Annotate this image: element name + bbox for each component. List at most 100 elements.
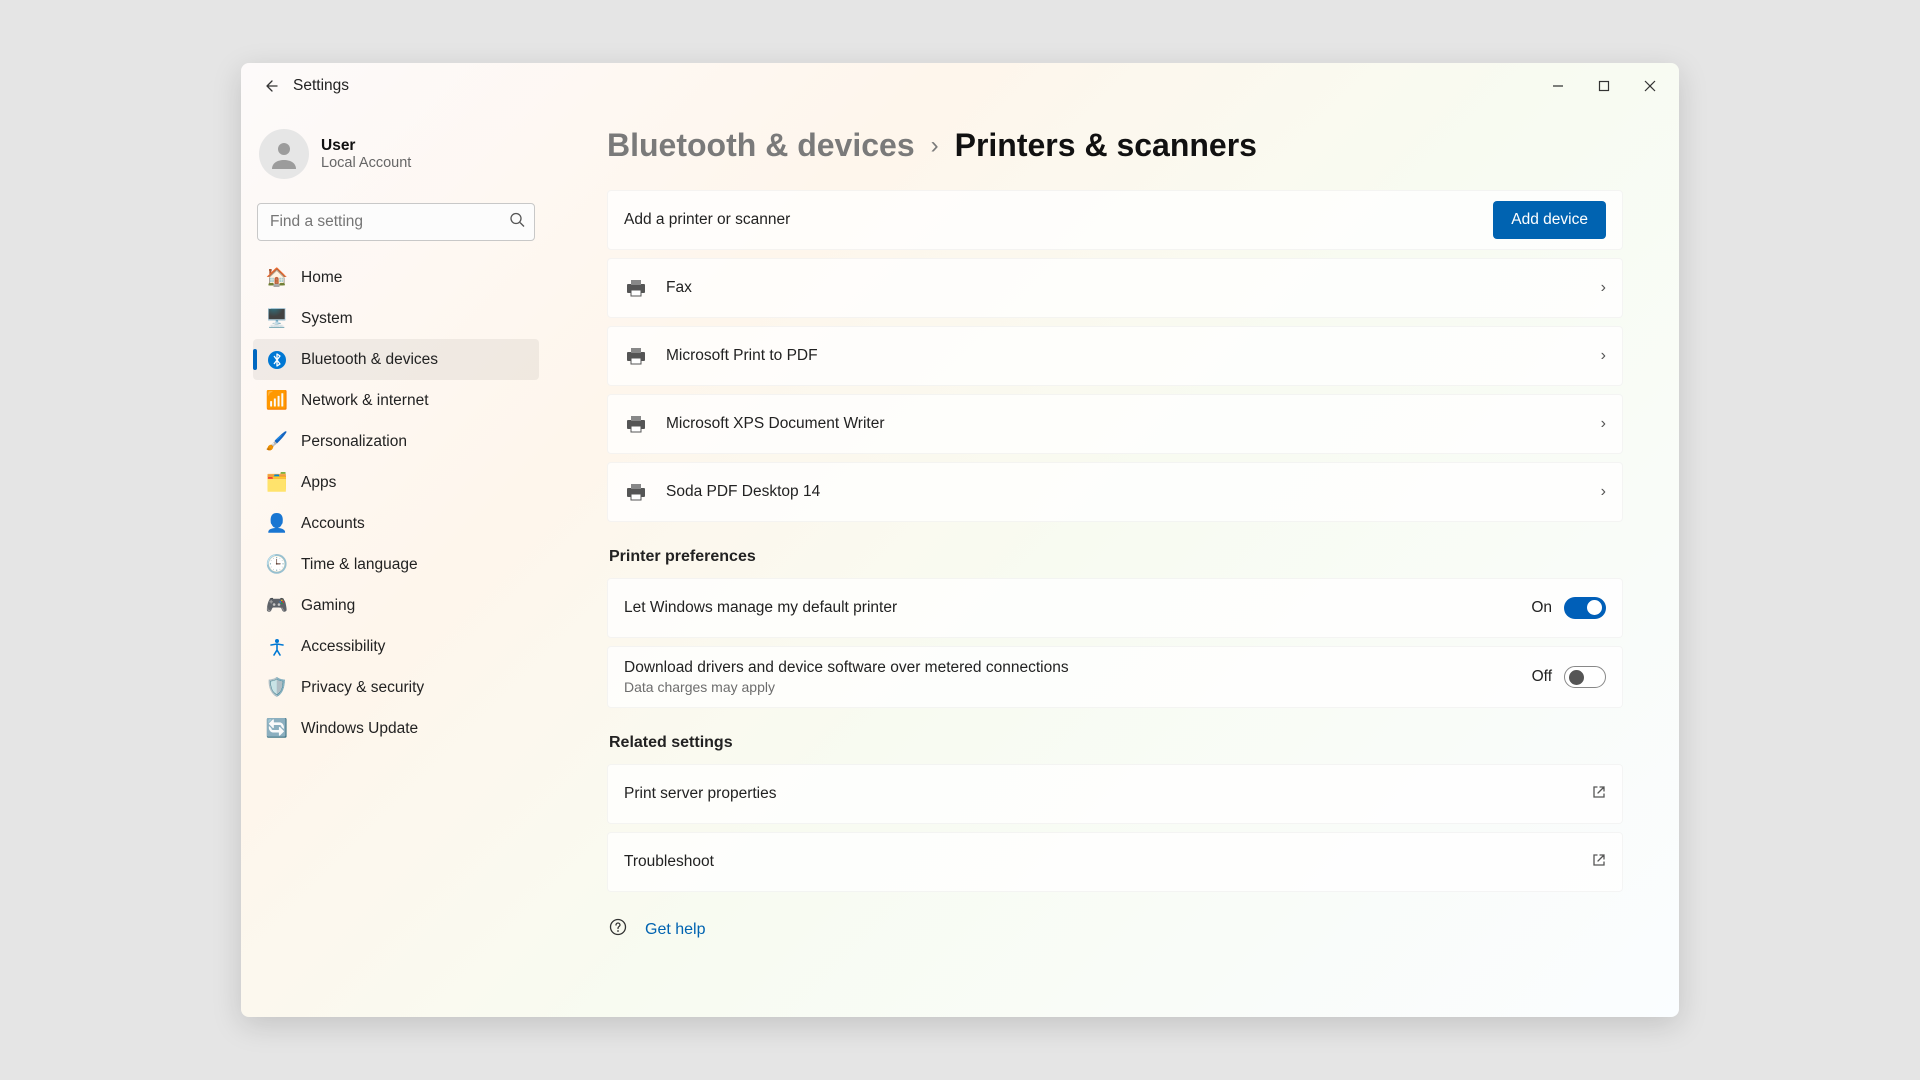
printer-preferences-heading: Printer preferences bbox=[609, 548, 1623, 566]
sidebar-item-gaming[interactable]: 🎮 Gaming bbox=[253, 585, 539, 626]
sidebar-item-apps[interactable]: 🗂️ Apps bbox=[253, 462, 539, 503]
search-icon bbox=[509, 212, 525, 233]
profile-block[interactable]: User Local Account bbox=[253, 123, 539, 197]
bluetooth-icon bbox=[267, 350, 287, 370]
sidebar-item-privacy-security[interactable]: 🛡️ Privacy & security bbox=[253, 667, 539, 708]
search-wrap bbox=[257, 203, 535, 241]
printer-name: Soda PDF Desktop 14 bbox=[666, 483, 1589, 501]
sidebar-item-label: Accounts bbox=[301, 515, 365, 533]
clock-icon: 🕒 bbox=[267, 555, 287, 575]
get-help-row: Get help bbox=[607, 918, 1623, 941]
accounts-icon: 👤 bbox=[267, 514, 287, 534]
sidebar-item-label: Privacy & security bbox=[301, 679, 424, 697]
breadcrumb-parent[interactable]: Bluetooth & devices bbox=[607, 127, 915, 164]
sidebar-nav: 🏠 Home 🖥️ System Bluetooth & devices 📶 N… bbox=[253, 257, 539, 749]
add-printer-card: Add a printer or scanner Add device bbox=[607, 190, 1623, 250]
printer-name: Fax bbox=[666, 279, 1589, 297]
sidebar-item-bluetooth-devices[interactable]: Bluetooth & devices bbox=[253, 339, 539, 380]
sidebar-item-label: Windows Update bbox=[301, 720, 418, 738]
breadcrumb-current: Printers & scanners bbox=[955, 127, 1257, 164]
sidebar-item-system[interactable]: 🖥️ System bbox=[253, 298, 539, 339]
home-icon: 🏠 bbox=[267, 268, 287, 288]
sidebar-item-label: Time & language bbox=[301, 556, 418, 574]
external-link-icon bbox=[1592, 853, 1606, 872]
sidebar-item-label: System bbox=[301, 310, 353, 328]
sidebar-item-label: Home bbox=[301, 269, 342, 287]
gamepad-icon: 🎮 bbox=[267, 596, 287, 616]
chevron-right-icon: › bbox=[931, 132, 939, 160]
help-icon bbox=[609, 918, 627, 941]
related-troubleshoot[interactable]: Troubleshoot bbox=[607, 832, 1623, 892]
sidebar-item-accessibility[interactable]: Accessibility bbox=[253, 626, 539, 667]
window-controls bbox=[1535, 67, 1673, 105]
chevron-right-icon: › bbox=[1601, 279, 1606, 297]
pref-metered-label: Download drivers and device software ove… bbox=[624, 659, 1532, 677]
pref-default-printer-label: Let Windows manage my default printer bbox=[624, 599, 1531, 617]
printer-name: Microsoft Print to PDF bbox=[666, 347, 1589, 365]
chevron-right-icon: › bbox=[1601, 347, 1606, 365]
printer-icon bbox=[624, 346, 648, 366]
printer-row-print-to-pdf[interactable]: Microsoft Print to PDF › bbox=[607, 326, 1623, 386]
related-settings-heading: Related settings bbox=[609, 734, 1623, 752]
chevron-right-icon: › bbox=[1601, 483, 1606, 501]
app-title: Settings bbox=[293, 77, 349, 95]
printer-row-soda-pdf[interactable]: Soda PDF Desktop 14 › bbox=[607, 462, 1623, 522]
search-input[interactable] bbox=[257, 203, 535, 241]
title-bar-left: Settings bbox=[247, 77, 349, 95]
minimize-button[interactable] bbox=[1535, 67, 1581, 105]
shield-icon: 🛡️ bbox=[267, 678, 287, 698]
profile-name: User bbox=[321, 137, 411, 155]
breadcrumb: Bluetooth & devices › Printers & scanner… bbox=[607, 127, 1623, 164]
pref-metered-row: Download drivers and device software ove… bbox=[607, 646, 1623, 708]
sidebar-item-time-language[interactable]: 🕒 Time & language bbox=[253, 544, 539, 585]
close-button[interactable] bbox=[1627, 67, 1673, 105]
sidebar-item-label: Accessibility bbox=[301, 638, 385, 656]
accessibility-icon bbox=[267, 637, 287, 657]
pref-metered-state: Off bbox=[1532, 668, 1552, 686]
sidebar-item-windows-update[interactable]: 🔄 Windows Update bbox=[253, 708, 539, 749]
app-body: User Local Account 🏠 Home 🖥️ System bbox=[241, 109, 1679, 1017]
related-print-server-properties[interactable]: Print server properties bbox=[607, 764, 1623, 824]
chevron-right-icon: › bbox=[1601, 415, 1606, 433]
sidebar: User Local Account 🏠 Home 🖥️ System bbox=[241, 109, 551, 1017]
pref-default-printer-state: On bbox=[1531, 599, 1552, 617]
external-link-icon bbox=[1592, 785, 1606, 804]
printer-row-xps-writer[interactable]: Microsoft XPS Document Writer › bbox=[607, 394, 1623, 454]
sidebar-item-label: Network & internet bbox=[301, 392, 429, 410]
person-icon bbox=[267, 137, 301, 171]
system-icon: 🖥️ bbox=[267, 309, 287, 329]
settings-window: Settings User Local Account bbox=[241, 63, 1679, 1017]
back-button[interactable] bbox=[261, 77, 279, 95]
update-icon: 🔄 bbox=[267, 719, 287, 739]
pref-metered-toggle[interactable] bbox=[1564, 666, 1606, 688]
sidebar-item-label: Personalization bbox=[301, 433, 407, 451]
printer-icon bbox=[624, 278, 648, 298]
sidebar-item-home[interactable]: 🏠 Home bbox=[253, 257, 539, 298]
add-device-button[interactable]: Add device bbox=[1493, 201, 1606, 239]
title-bar: Settings bbox=[241, 63, 1679, 109]
sidebar-item-label: Apps bbox=[301, 474, 336, 492]
get-help-link[interactable]: Get help bbox=[645, 921, 705, 939]
related-label: Print server properties bbox=[624, 785, 1580, 803]
wifi-icon: 📶 bbox=[267, 391, 287, 411]
pref-metered-sublabel: Data charges may apply bbox=[624, 679, 1532, 695]
related-label: Troubleshoot bbox=[624, 853, 1580, 871]
sidebar-item-network[interactable]: 📶 Network & internet bbox=[253, 380, 539, 421]
profile-subtitle: Local Account bbox=[321, 155, 411, 171]
pref-default-printer-row: Let Windows manage my default printer On bbox=[607, 578, 1623, 638]
printer-row-fax[interactable]: Fax › bbox=[607, 258, 1623, 318]
pref-default-printer-toggle[interactable] bbox=[1564, 597, 1606, 619]
sidebar-item-personalization[interactable]: 🖌️ Personalization bbox=[253, 421, 539, 462]
printer-icon bbox=[624, 482, 648, 502]
main-content: Bluetooth & devices › Printers & scanner… bbox=[551, 109, 1679, 1017]
avatar bbox=[259, 129, 309, 179]
printer-name: Microsoft XPS Document Writer bbox=[666, 415, 1589, 433]
printer-icon bbox=[624, 414, 648, 434]
sidebar-item-label: Gaming bbox=[301, 597, 355, 615]
sidebar-item-accounts[interactable]: 👤 Accounts bbox=[253, 503, 539, 544]
back-arrow-icon bbox=[262, 78, 278, 94]
add-printer-label: Add a printer or scanner bbox=[624, 211, 1493, 229]
apps-icon: 🗂️ bbox=[267, 473, 287, 493]
maximize-button[interactable] bbox=[1581, 67, 1627, 105]
sidebar-item-label: Bluetooth & devices bbox=[301, 351, 438, 369]
